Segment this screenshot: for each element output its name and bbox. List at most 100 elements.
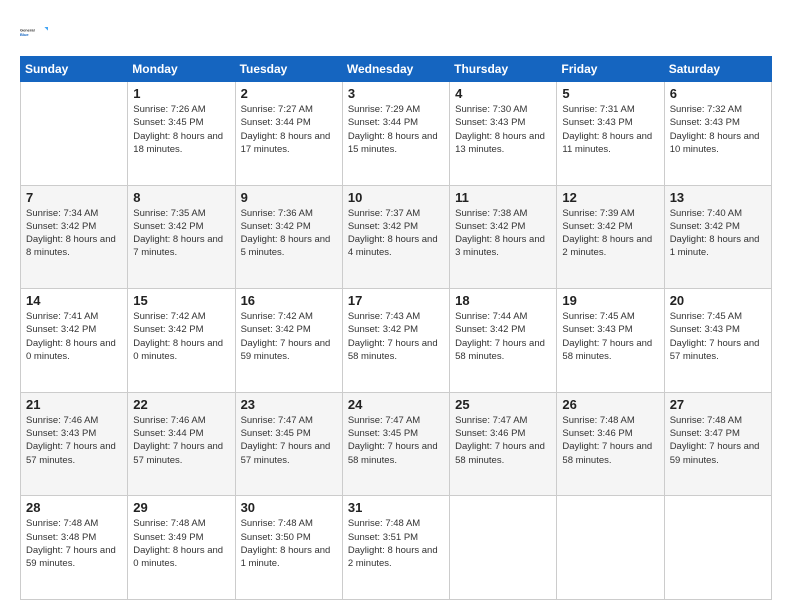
cell-info: Sunrise: 7:48 AMSunset: 3:51 PMDaylight:… (348, 517, 444, 570)
cell-info: Sunrise: 7:47 AMSunset: 3:45 PMDaylight:… (348, 414, 444, 467)
cell-info: Sunrise: 7:42 AMSunset: 3:42 PMDaylight:… (133, 310, 229, 363)
calendar-cell: 6 Sunrise: 7:32 AMSunset: 3:43 PMDayligh… (664, 82, 771, 186)
calendar-cell: 7 Sunrise: 7:34 AMSunset: 3:42 PMDayligh… (21, 185, 128, 289)
day-number: 25 (455, 397, 551, 412)
day-number: 3 (348, 86, 444, 101)
cell-info: Sunrise: 7:43 AMSunset: 3:42 PMDaylight:… (348, 310, 444, 363)
cell-info: Sunrise: 7:48 AMSunset: 3:50 PMDaylight:… (241, 517, 337, 570)
day-number: 16 (241, 293, 337, 308)
calendar-cell (557, 496, 664, 600)
cell-info: Sunrise: 7:39 AMSunset: 3:42 PMDaylight:… (562, 207, 658, 260)
calendar-cell: 25 Sunrise: 7:47 AMSunset: 3:46 PMDaylig… (450, 392, 557, 496)
day-number: 12 (562, 190, 658, 205)
col-header-sunday: Sunday (21, 57, 128, 82)
calendar-cell: 26 Sunrise: 7:48 AMSunset: 3:46 PMDaylig… (557, 392, 664, 496)
cell-info: Sunrise: 7:40 AMSunset: 3:42 PMDaylight:… (670, 207, 766, 260)
calendar-cell: 12 Sunrise: 7:39 AMSunset: 3:42 PMDaylig… (557, 185, 664, 289)
day-number: 15 (133, 293, 229, 308)
day-number: 10 (348, 190, 444, 205)
svg-text:Blue: Blue (20, 32, 29, 37)
calendar-cell: 24 Sunrise: 7:47 AMSunset: 3:45 PMDaylig… (342, 392, 449, 496)
cell-info: Sunrise: 7:36 AMSunset: 3:42 PMDaylight:… (241, 207, 337, 260)
calendar-cell: 3 Sunrise: 7:29 AMSunset: 3:44 PMDayligh… (342, 82, 449, 186)
cell-info: Sunrise: 7:29 AMSunset: 3:44 PMDaylight:… (348, 103, 444, 156)
day-number: 4 (455, 86, 551, 101)
calendar-cell (450, 496, 557, 600)
day-number: 19 (562, 293, 658, 308)
cell-info: Sunrise: 7:35 AMSunset: 3:42 PMDaylight:… (133, 207, 229, 260)
week-row-3: 14 Sunrise: 7:41 AMSunset: 3:42 PMDaylig… (21, 289, 772, 393)
calendar-cell: 27 Sunrise: 7:48 AMSunset: 3:47 PMDaylig… (664, 392, 771, 496)
calendar-cell: 22 Sunrise: 7:46 AMSunset: 3:44 PMDaylig… (128, 392, 235, 496)
col-header-friday: Friday (557, 57, 664, 82)
header: General Blue (20, 18, 772, 46)
calendar-cell: 16 Sunrise: 7:42 AMSunset: 3:42 PMDaylig… (235, 289, 342, 393)
col-header-wednesday: Wednesday (342, 57, 449, 82)
day-number: 27 (670, 397, 766, 412)
calendar-header-row: SundayMondayTuesdayWednesdayThursdayFrid… (21, 57, 772, 82)
col-header-thursday: Thursday (450, 57, 557, 82)
day-number: 31 (348, 500, 444, 515)
cell-info: Sunrise: 7:32 AMSunset: 3:43 PMDaylight:… (670, 103, 766, 156)
day-number: 28 (26, 500, 122, 515)
calendar-cell: 11 Sunrise: 7:38 AMSunset: 3:42 PMDaylig… (450, 185, 557, 289)
cell-info: Sunrise: 7:46 AMSunset: 3:44 PMDaylight:… (133, 414, 229, 467)
cell-info: Sunrise: 7:30 AMSunset: 3:43 PMDaylight:… (455, 103, 551, 156)
day-number: 22 (133, 397, 229, 412)
calendar-cell: 21 Sunrise: 7:46 AMSunset: 3:43 PMDaylig… (21, 392, 128, 496)
cell-info: Sunrise: 7:47 AMSunset: 3:46 PMDaylight:… (455, 414, 551, 467)
calendar-cell: 14 Sunrise: 7:41 AMSunset: 3:42 PMDaylig… (21, 289, 128, 393)
calendar-cell: 9 Sunrise: 7:36 AMSunset: 3:42 PMDayligh… (235, 185, 342, 289)
cell-info: Sunrise: 7:44 AMSunset: 3:42 PMDaylight:… (455, 310, 551, 363)
day-number: 26 (562, 397, 658, 412)
cell-info: Sunrise: 7:26 AMSunset: 3:45 PMDaylight:… (133, 103, 229, 156)
day-number: 18 (455, 293, 551, 308)
calendar-cell: 31 Sunrise: 7:48 AMSunset: 3:51 PMDaylig… (342, 496, 449, 600)
week-row-4: 21 Sunrise: 7:46 AMSunset: 3:43 PMDaylig… (21, 392, 772, 496)
col-header-saturday: Saturday (664, 57, 771, 82)
day-number: 13 (670, 190, 766, 205)
cell-info: Sunrise: 7:47 AMSunset: 3:45 PMDaylight:… (241, 414, 337, 467)
cell-info: Sunrise: 7:48 AMSunset: 3:46 PMDaylight:… (562, 414, 658, 467)
calendar-cell: 5 Sunrise: 7:31 AMSunset: 3:43 PMDayligh… (557, 82, 664, 186)
calendar-cell: 10 Sunrise: 7:37 AMSunset: 3:42 PMDaylig… (342, 185, 449, 289)
day-number: 8 (133, 190, 229, 205)
week-row-2: 7 Sunrise: 7:34 AMSunset: 3:42 PMDayligh… (21, 185, 772, 289)
day-number: 24 (348, 397, 444, 412)
cell-info: Sunrise: 7:48 AMSunset: 3:48 PMDaylight:… (26, 517, 122, 570)
cell-info: Sunrise: 7:45 AMSunset: 3:43 PMDaylight:… (670, 310, 766, 363)
cell-info: Sunrise: 7:27 AMSunset: 3:44 PMDaylight:… (241, 103, 337, 156)
calendar-table: SundayMondayTuesdayWednesdayThursdayFrid… (20, 56, 772, 600)
col-header-tuesday: Tuesday (235, 57, 342, 82)
cell-info: Sunrise: 7:48 AMSunset: 3:47 PMDaylight:… (670, 414, 766, 467)
calendar-cell: 18 Sunrise: 7:44 AMSunset: 3:42 PMDaylig… (450, 289, 557, 393)
day-number: 6 (670, 86, 766, 101)
calendar-cell: 8 Sunrise: 7:35 AMSunset: 3:42 PMDayligh… (128, 185, 235, 289)
calendar-cell: 4 Sunrise: 7:30 AMSunset: 3:43 PMDayligh… (450, 82, 557, 186)
cell-info: Sunrise: 7:38 AMSunset: 3:42 PMDaylight:… (455, 207, 551, 260)
day-number: 17 (348, 293, 444, 308)
calendar-cell: 30 Sunrise: 7:48 AMSunset: 3:50 PMDaylig… (235, 496, 342, 600)
logo: General Blue (20, 18, 52, 46)
day-number: 30 (241, 500, 337, 515)
calendar-cell: 23 Sunrise: 7:47 AMSunset: 3:45 PMDaylig… (235, 392, 342, 496)
day-number: 1 (133, 86, 229, 101)
calendar-cell: 17 Sunrise: 7:43 AMSunset: 3:42 PMDaylig… (342, 289, 449, 393)
cell-info: Sunrise: 7:46 AMSunset: 3:43 PMDaylight:… (26, 414, 122, 467)
calendar-cell: 28 Sunrise: 7:48 AMSunset: 3:48 PMDaylig… (21, 496, 128, 600)
calendar-cell (21, 82, 128, 186)
calendar-cell: 2 Sunrise: 7:27 AMSunset: 3:44 PMDayligh… (235, 82, 342, 186)
day-number: 5 (562, 86, 658, 101)
cell-info: Sunrise: 7:37 AMSunset: 3:42 PMDaylight:… (348, 207, 444, 260)
day-number: 11 (455, 190, 551, 205)
week-row-1: 1 Sunrise: 7:26 AMSunset: 3:45 PMDayligh… (21, 82, 772, 186)
cell-info: Sunrise: 7:31 AMSunset: 3:43 PMDaylight:… (562, 103, 658, 156)
week-row-5: 28 Sunrise: 7:48 AMSunset: 3:48 PMDaylig… (21, 496, 772, 600)
day-number: 23 (241, 397, 337, 412)
calendar-cell: 1 Sunrise: 7:26 AMSunset: 3:45 PMDayligh… (128, 82, 235, 186)
day-number: 14 (26, 293, 122, 308)
day-number: 29 (133, 500, 229, 515)
day-number: 9 (241, 190, 337, 205)
logo-icon: General Blue (20, 18, 48, 46)
day-number: 2 (241, 86, 337, 101)
